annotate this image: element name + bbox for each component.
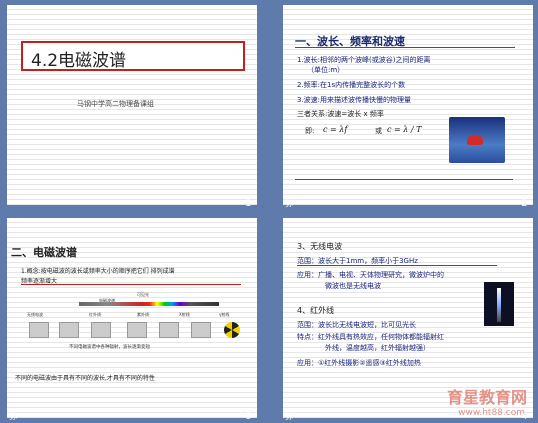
heater-icon — [91, 322, 111, 338]
slide-4-heading: 3、无线电波 — [297, 242, 343, 251]
text-line: 即: — [305, 127, 315, 135]
heading-underline — [295, 47, 515, 48]
slide-4-heading-2: 4、红外线 — [297, 306, 335, 315]
text-line: 1.波长:相邻的两个波峰(或波谷)之间的距离 — [297, 56, 431, 64]
slide-3-thumbnail[interactable]: 二、电磁波谱 1.概念:按电磁波的波长或频率大小的顺序把它们 排列成谱 频率逐渐… — [7, 218, 257, 418]
slide-note-icon: 弥 — [285, 199, 293, 208]
slide-number: 3 — [245, 411, 251, 422]
text-line: 微波也是无线电波 — [325, 282, 381, 290]
band-label: X射线 — [179, 312, 190, 317]
text-line: 范围：波长比无线电波短，比可见光长 — [297, 321, 416, 329]
text-line: 不同的电磁波由于具有不同的波长,才具有不同的特性 — [15, 375, 155, 382]
slide-1-title: 4.2电磁波谱 — [21, 41, 245, 71]
slide-note-icon: 弥 — [285, 412, 293, 421]
text-line: 或 — [375, 127, 382, 135]
lamp-icon — [127, 322, 147, 338]
band-label: 红外线 — [89, 312, 101, 317]
text-line: 外线，温度越高，红外辐射越强） — [325, 344, 430, 352]
text-line: 三者关系:波速=波长 x 频率 — [297, 110, 384, 118]
text-line: 3.波速:用来描述波传播快慢的物理量 — [297, 96, 412, 104]
xray-icon — [191, 322, 211, 338]
band-label: 紫外线 — [137, 312, 149, 317]
text-line: 1.概念:按电磁波的波长或频率大小的顺序把它们 排列成谱 — [21, 268, 175, 275]
spectrum-diagram: 可见光 电磁波谱 无线电波 红外线 紫外线 X射线 γ射线 不同电磁波谱中各种辐… — [19, 290, 247, 350]
radio-device-icon — [29, 322, 49, 338]
underline — [297, 265, 497, 266]
slide-4-thumbnail[interactable]: 3、无线电波 范围：波长大于1mm，频率小于3GHz 应用：广播、电视、天体物理… — [283, 218, 533, 418]
slide-note-icon: 弥 — [9, 412, 17, 421]
radiation-icon — [224, 322, 240, 338]
text-line: 频率逐渐增大 — [21, 278, 58, 285]
spectrum-caption: 不同电磁波谱中各种辐射，波长逐渐变短 — [69, 345, 150, 350]
slide-1-footer: 1 — [7, 195, 257, 211]
slide-4-footer: 弥 4 — [283, 408, 533, 423]
slide-number: 2 — [521, 198, 527, 209]
slide-2-thumbnail[interactable]: 一、波长、频率和波速 1.波长:相邻的两个波峰(或波谷)之间的距离 （单位:m）… — [283, 5, 533, 205]
tv-icon — [59, 322, 79, 338]
slide-1-thumbnail[interactable]: 4.2电磁波谱 马钢中学高二物理备课组 — [7, 5, 257, 205]
slide-number: 1 — [245, 198, 251, 209]
slide-3-footer: 弥 3 — [7, 408, 257, 423]
slide-3-heading: 二、电磁波谱 — [11, 246, 77, 259]
tower-photo — [484, 282, 514, 326]
slide-2-footer: 弥 2 — [283, 195, 533, 211]
text-line: 特点：红外线具有热效应，任何物体都能辐射红 — [297, 333, 444, 341]
bottom-line — [295, 179, 513, 180]
jetski-photo — [449, 117, 505, 163]
heading-underline — [21, 284, 241, 285]
text-line: （单位:m） — [307, 66, 345, 74]
formula-c-lambda-f: c = λf — [323, 125, 348, 134]
slide-number: 4 — [521, 411, 527, 422]
formula-c-lambda-over-t: c = λ / T — [387, 125, 422, 134]
spectrum-bar — [79, 302, 219, 306]
band-label: 无线电波 — [27, 312, 43, 317]
band-label: γ射线 — [219, 312, 230, 317]
text-line: 应用：广播、电视、天体物理研究，微波炉中的 — [297, 271, 444, 279]
text-line: 2.频率:在1s内传播完整波长的个数 — [297, 81, 406, 89]
spectrum-label: 可见光 — [137, 292, 149, 297]
watermark-text: 育星教育网 — [446, 388, 527, 407]
text-line: 应用：①红外线摄影②遥感③红外线加热 — [297, 359, 421, 367]
slide-1-subtitle: 马钢中学高二物理备课组 — [77, 100, 154, 108]
uv-lamp-icon — [159, 322, 179, 338]
